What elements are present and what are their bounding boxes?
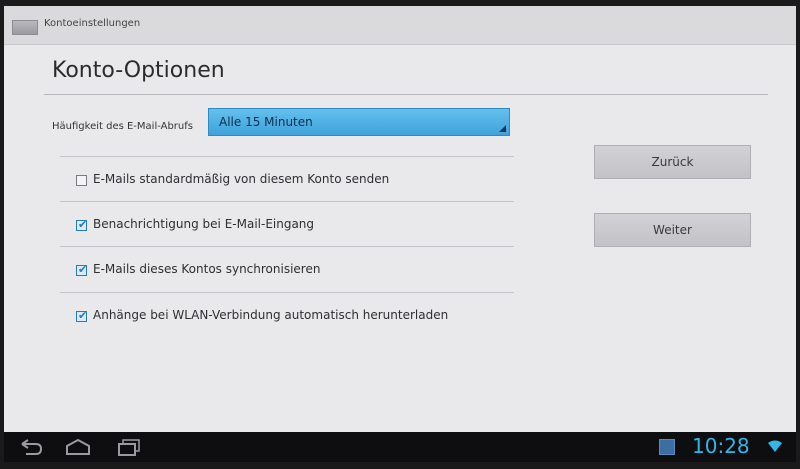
dropdown-arrow-icon <box>499 125 506 132</box>
checkmark-icon: ✔ <box>78 309 88 322</box>
clock[interactable]: 10:28 <box>692 434 750 458</box>
next-button[interactable]: Weiter <box>594 213 751 247</box>
home-icon[interactable] <box>64 438 92 456</box>
option-label: Benachrichtigung bei E-Mail-Eingang <box>93 217 315 231</box>
checkmark-icon: ✔ <box>78 263 88 276</box>
divider <box>60 156 514 157</box>
divider <box>60 292 514 293</box>
option-send-default[interactable]: ✔ E-Mails standardmäßig von diesem Konto… <box>76 171 496 191</box>
fetch-frequency-label: Häufigkeit des E-Mail-Abrufs <box>52 121 193 132</box>
option-auto-download-attachments[interactable]: ✔ Anhänge bei WLAN-Verbindung automatisc… <box>76 307 496 327</box>
system-navigation-bar: 10:28 <box>4 432 796 462</box>
fetch-frequency-select[interactable]: Alle 15 Minuten <box>208 108 510 136</box>
option-sync-account[interactable]: ✔ E-Mails dieses Kontos synchronisieren <box>76 261 496 281</box>
back-button[interactable]: Zurück <box>594 145 751 179</box>
back-icon[interactable] <box>18 438 44 456</box>
wifi-icon <box>768 440 782 452</box>
checkbox-send-default[interactable]: ✔ <box>76 175 87 186</box>
email-settings-icon <box>12 20 38 35</box>
notification-icon[interactable] <box>659 439 675 455</box>
action-bar: Kontoeinstellungen <box>4 6 796 45</box>
checkbox-sync-account[interactable]: ✔ <box>76 263 88 276</box>
option-notify-new-mail[interactable]: ✔ Benachrichtigung bei E-Mail-Eingang <box>76 216 496 236</box>
checkbox-notify-new-mail[interactable]: ✔ <box>76 218 88 231</box>
option-label: Anhänge bei WLAN-Verbindung automatisch … <box>93 308 449 322</box>
checkbox-auto-download-attachments[interactable]: ✔ <box>76 309 88 322</box>
divider <box>60 246 514 247</box>
window-title: Kontoeinstellungen <box>44 18 141 29</box>
divider <box>60 201 514 202</box>
page-title: Konto-Optionen <box>52 58 225 83</box>
option-label: E-Mails dieses Kontos synchronisieren <box>93 262 321 276</box>
checkmark-icon: ✔ <box>78 218 88 231</box>
fetch-frequency-value: Alle 15 Minuten <box>219 115 313 129</box>
recent-apps-icon[interactable] <box>116 438 142 456</box>
tablet-screen: Kontoeinstellungen Konto-Optionen Häufig… <box>4 6 796 462</box>
option-label: E-Mails standardmäßig von diesem Konto s… <box>93 172 390 186</box>
heading-divider <box>44 94 768 95</box>
